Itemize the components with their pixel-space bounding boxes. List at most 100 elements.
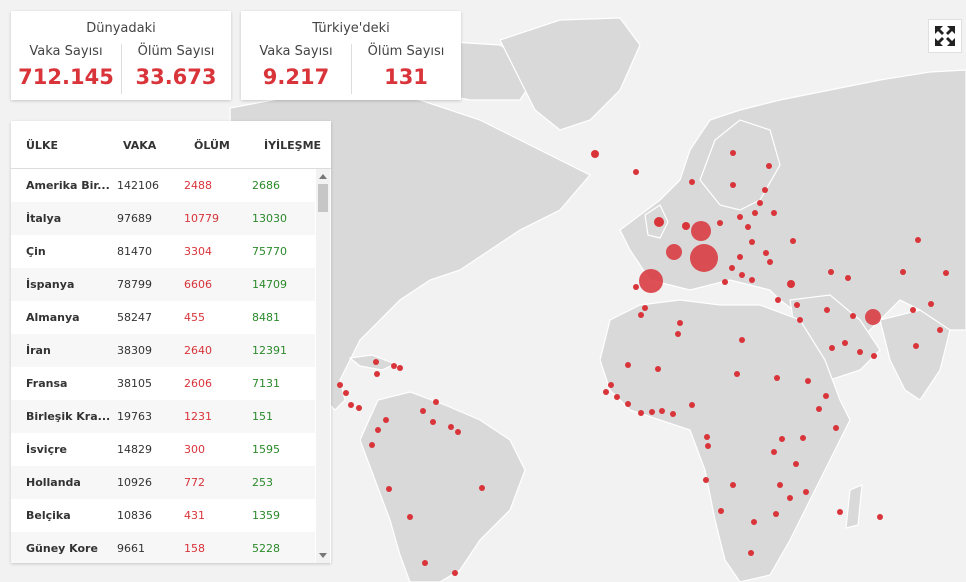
case-marker[interactable] [666,244,682,260]
case-marker[interactable] [937,327,943,333]
case-marker[interactable] [797,317,803,323]
case-marker[interactable] [375,427,381,433]
case-marker[interactable] [455,429,461,435]
case-marker[interactable] [943,270,949,276]
case-marker[interactable] [737,214,743,220]
case-marker[interactable] [348,402,354,408]
header-recovered[interactable]: İYİLEŞME [264,139,321,152]
case-marker[interactable] [689,402,695,408]
case-marker[interactable] [762,187,768,193]
case-marker[interactable] [614,394,620,400]
header-cases[interactable]: VAKA [123,139,156,152]
scroll-thumb[interactable] [318,184,328,212]
case-marker[interactable] [793,461,799,467]
case-marker[interactable] [633,169,639,175]
case-marker[interactable] [837,509,843,515]
table-scrollbar[interactable] [316,169,330,563]
case-marker[interactable] [787,280,795,288]
case-marker[interactable] [805,378,811,384]
case-marker[interactable] [928,301,934,307]
case-marker[interactable] [682,222,690,230]
case-marker[interactable] [757,200,763,206]
case-marker[interactable] [633,284,639,290]
case-marker[interactable] [775,297,781,303]
case-marker[interactable] [718,508,724,514]
case-marker[interactable] [704,434,710,440]
case-marker[interactable] [675,331,681,337]
case-marker[interactable] [373,359,379,365]
case-marker[interactable] [803,489,809,495]
case-marker[interactable] [850,313,856,319]
case-marker[interactable] [670,411,676,417]
case-marker[interactable] [823,393,829,399]
case-marker[interactable] [915,237,921,243]
case-marker[interactable] [828,269,834,275]
case-marker[interactable] [767,259,773,265]
case-marker[interactable] [625,362,631,368]
table-row[interactable]: İtalya 97689 10779 13030 [11,202,315,235]
case-marker[interactable] [407,514,413,520]
case-marker[interactable] [608,382,614,388]
case-marker[interactable] [751,519,757,525]
case-marker[interactable] [771,449,777,455]
case-marker[interactable] [737,254,743,260]
case-marker[interactable] [794,302,800,308]
case-marker[interactable] [452,570,458,576]
case-marker[interactable] [591,150,599,158]
case-marker[interactable] [739,272,745,278]
case-marker[interactable] [705,443,711,449]
case-marker[interactable] [420,408,426,414]
table-row[interactable]: Belçika 10836 431 1359 [11,499,315,532]
case-marker[interactable] [422,560,428,566]
table-body[interactable]: Amerika Bir... 142106 2488 2686 İtalya 97689 1… [11,169,315,563]
case-marker[interactable] [433,399,439,405]
case-marker[interactable] [430,419,436,425]
case-marker[interactable] [722,279,728,285]
header-country[interactable]: ÜLKE [26,139,58,152]
case-marker[interactable] [752,210,758,216]
case-marker[interactable] [448,424,454,430]
case-marker[interactable] [337,382,343,388]
case-marker[interactable] [369,442,375,448]
case-marker[interactable] [659,408,665,414]
case-marker[interactable] [842,340,848,346]
table-row[interactable]: Fransa 38105 2606 7131 [11,367,315,400]
case-marker[interactable] [774,375,780,381]
case-marker[interactable] [787,495,793,501]
table-row[interactable]: Çin 81470 3304 75770 [11,235,315,268]
case-marker[interactable] [391,363,397,369]
case-marker[interactable] [816,406,822,412]
case-marker[interactable] [689,179,695,185]
case-marker[interactable] [639,269,663,293]
table-row[interactable]: İspanya 78799 6606 14709 [11,268,315,301]
case-marker[interactable] [763,250,769,256]
case-marker[interactable] [603,389,609,395]
case-marker[interactable] [703,477,709,483]
table-row[interactable]: Hollanda 10926 772 253 [11,466,315,499]
case-marker[interactable] [690,244,718,272]
case-marker[interactable] [871,353,877,359]
case-marker[interactable] [730,182,736,188]
country-table[interactable]: ÜLKE VAKA ÖLÜM İYİLEŞME Amerika Bir... 14… [11,121,331,563]
case-marker[interactable] [729,265,735,271]
case-marker[interactable] [642,305,648,311]
case-marker[interactable] [397,365,403,371]
case-marker[interactable] [356,405,362,411]
case-marker[interactable] [749,277,755,283]
case-marker[interactable] [730,150,736,156]
case-marker[interactable] [479,485,485,491]
table-row[interactable]: İran 38309 2640 12391 [11,334,315,367]
case-marker[interactable] [625,401,631,407]
case-marker[interactable] [913,343,919,349]
case-marker[interactable] [638,312,644,318]
case-marker[interactable] [845,275,851,281]
case-marker[interactable] [649,409,655,415]
case-marker[interactable] [677,320,683,326]
case-marker[interactable] [824,307,830,313]
case-marker[interactable] [749,239,755,245]
case-marker[interactable] [748,550,754,556]
case-marker[interactable] [800,435,806,441]
scroll-down-arrow-icon[interactable] [319,553,327,558]
case-marker[interactable] [777,482,783,488]
header-deaths[interactable]: ÖLÜM [194,139,230,152]
